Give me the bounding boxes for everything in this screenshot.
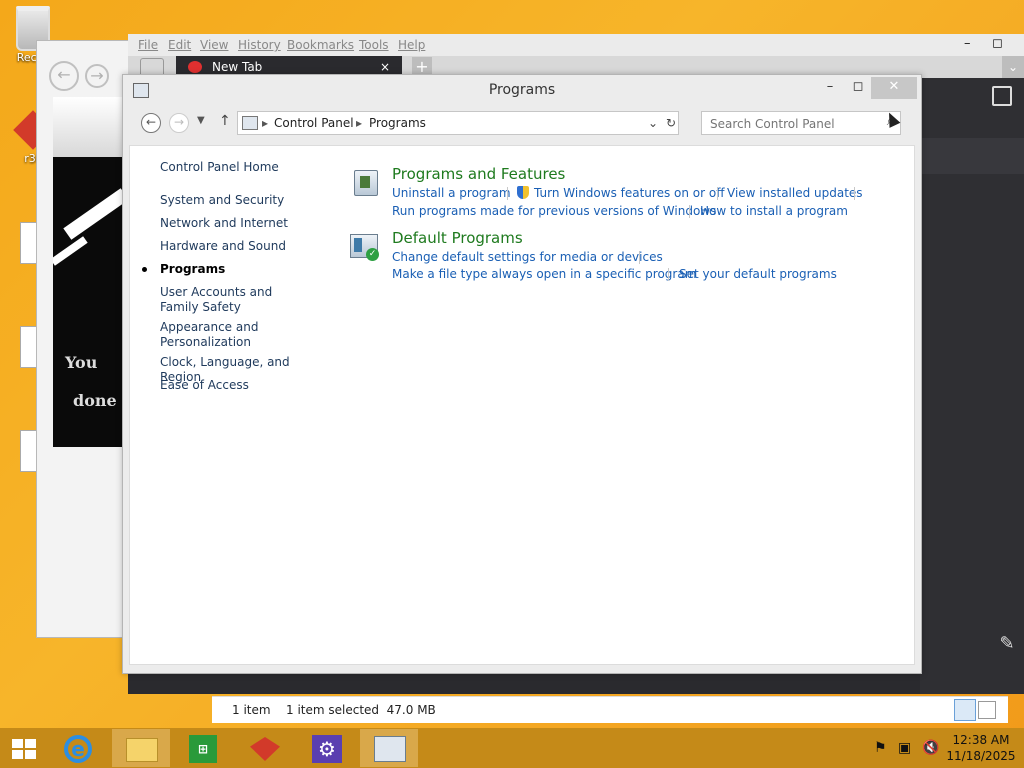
status-selection: 1 item selected 47.0 MB xyxy=(286,703,436,717)
taskbar-app[interactable] xyxy=(236,729,294,767)
category-default-programs[interactable]: Default Programs xyxy=(392,229,523,247)
search-input[interactable] xyxy=(708,114,882,134)
close-button[interactable]: ✕ xyxy=(871,77,917,99)
taskbar-file-explorer[interactable] xyxy=(112,729,170,767)
menu-view[interactable]: View xyxy=(200,38,228,52)
extensions-icon[interactable] xyxy=(992,86,1012,106)
sidebar-row xyxy=(920,138,1024,174)
link-file-type-association[interactable]: Make a file type always open in a specif… xyxy=(392,267,696,281)
menu-history[interactable]: History xyxy=(238,38,281,52)
nav-network-and-internet[interactable]: Network and Internet xyxy=(160,216,330,231)
category-programs-features[interactable]: Programs and Features xyxy=(392,165,565,183)
recent-pages-dropdown[interactable]: ▼ xyxy=(197,115,205,126)
menu-tools[interactable]: Tools xyxy=(359,38,389,52)
chevron-down-icon[interactable]: ⌄ xyxy=(648,116,658,130)
clock-date[interactable]: 11/18/2025 xyxy=(946,749,1016,763)
folder-icon xyxy=(126,738,158,762)
refresh-icon[interactable]: ↻ xyxy=(666,116,676,130)
breadcrumb-control-panel[interactable]: Control Panel xyxy=(274,116,354,130)
status-item-count: 1 item xyxy=(232,703,271,717)
chevron-down-icon[interactable]: ⌄ xyxy=(1002,56,1024,78)
breadcrumb-programs[interactable]: Programs xyxy=(369,116,426,130)
menu-edit[interactable]: Edit xyxy=(168,38,191,52)
taskbar-store[interactable]: ⊞ xyxy=(174,729,232,767)
link-set-default-programs[interactable]: Set your default programs xyxy=(679,267,837,281)
control-panel-icon xyxy=(374,736,406,762)
pencil-icon[interactable]: ✎ xyxy=(990,628,1024,662)
control-panel-window[interactable]: Programs – ◻ ✕ ← → ▼ ↑ ▸ Control Panel ▸… xyxy=(122,74,922,674)
forward-button[interactable]: → xyxy=(169,113,189,133)
link-default-media-settings[interactable]: Change default settings for media or dev… xyxy=(392,250,663,264)
link-how-to-install[interactable]: How to install a program xyxy=(700,204,848,218)
ie-forward-button[interactable]: → xyxy=(85,64,109,88)
check-icon: ✓ xyxy=(366,248,379,261)
start-button[interactable] xyxy=(0,729,48,767)
menu-bookmarks[interactable]: Bookmarks xyxy=(287,38,354,52)
breadcrumb-separator: ▸ xyxy=(356,116,363,130)
link-uninstall-program[interactable]: Uninstall a program xyxy=(392,186,511,200)
ie-back-button[interactable]: ← xyxy=(49,61,79,91)
firefox-logo-icon xyxy=(188,61,202,73)
store-icon: ⊞ xyxy=(189,735,217,763)
control-panel-icon xyxy=(242,116,258,130)
large-icons-view-icon[interactable] xyxy=(978,701,996,719)
back-button[interactable]: ← xyxy=(141,113,161,133)
taskbar-settings[interactable]: ⚙ xyxy=(298,729,356,767)
shield-icon xyxy=(517,186,529,199)
link-installed-updates[interactable]: View installed updates xyxy=(727,186,863,200)
nav-control-panel-home[interactable]: Control Panel Home xyxy=(160,160,330,175)
network-icon[interactable]: ▣ xyxy=(898,740,911,756)
link-previous-versions[interactable]: Run programs made for previous versions … xyxy=(392,204,716,218)
image-text: done xyxy=(73,391,117,410)
image-text: You xyxy=(65,353,98,372)
firefox-minimize-button[interactable]: – xyxy=(964,36,971,51)
breadcrumb-separator: ▸ xyxy=(262,116,269,130)
flag-icon[interactable]: ⚑ xyxy=(874,740,887,756)
link-windows-features[interactable]: Turn Windows features on or off xyxy=(534,186,725,200)
menu-file[interactable]: File xyxy=(138,38,158,52)
programs-features-icon[interactable] xyxy=(350,168,380,198)
default-programs-icon[interactable]: ✓ xyxy=(348,232,379,262)
menu-help[interactable]: Help xyxy=(398,38,425,52)
maximize-button[interactable]: ◻ xyxy=(841,77,875,99)
firefox-menubar: File Edit View History Bookmarks Tools H… xyxy=(128,34,1024,56)
webpage-image: You done xyxy=(53,97,123,447)
title-bar[interactable]: Programs – ◻ ✕ xyxy=(123,75,921,105)
current-page-bullet xyxy=(142,267,147,272)
internet-explorer-icon: e xyxy=(64,735,92,763)
content-area: Control Panel Home System and Security N… xyxy=(129,110,915,665)
gear-icon: ⚙ xyxy=(312,735,342,763)
window-title: Programs xyxy=(488,82,556,98)
firefox-maximize-button[interactable]: ◻ xyxy=(992,36,1003,51)
firefox-side-panel xyxy=(920,78,1024,694)
nav-hardware-and-sound[interactable]: Hardware and Sound xyxy=(160,239,330,254)
nav-ease-of-access[interactable]: Ease of Access xyxy=(160,378,330,393)
volume-muted-icon[interactable]: 🔇 xyxy=(922,740,939,756)
clock-time[interactable]: 12:38 AM xyxy=(946,733,1016,747)
nav-user-accounts[interactable]: User Accounts and Family Safety xyxy=(160,285,310,315)
taskbar-control-panel[interactable] xyxy=(360,729,418,767)
nav-system-and-security[interactable]: System and Security xyxy=(160,193,330,208)
app-icon xyxy=(250,737,280,761)
up-button[interactable]: ↑ xyxy=(219,113,231,129)
search-box[interactable]: ⌕ xyxy=(701,111,901,135)
nav-appearance[interactable]: Appearance and Personalization xyxy=(160,320,270,350)
nav-programs: Programs xyxy=(160,262,226,276)
details-view-icon[interactable] xyxy=(954,699,976,721)
taskbar-ie[interactable]: e xyxy=(50,729,108,767)
address-bar[interactable]: ▸ Control Panel ▸ Programs ⌄ ↻ xyxy=(237,111,679,135)
taskbar: e ⊞ ⚙ ⚑ ▣ 🔇 12:38 AM 11/18/2025 xyxy=(0,728,1024,768)
windows-logo-icon xyxy=(12,739,36,759)
status-bar: 1 item 1 item selected 47.0 MB xyxy=(212,696,1008,723)
address-row: ← → ▼ ↑ ▸ Control Panel ▸ Programs ⌄ ↻ ⌕ xyxy=(129,109,915,137)
